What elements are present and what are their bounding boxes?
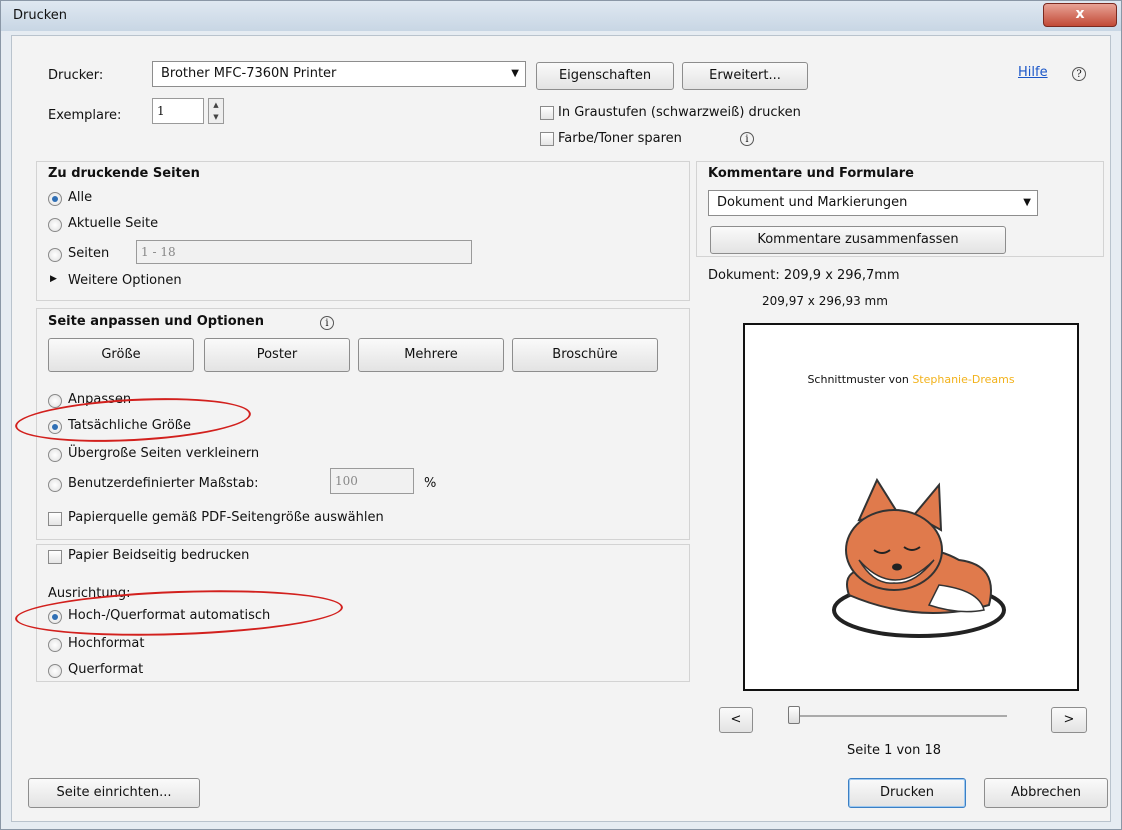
custom-scale-label: Benutzerdefinierter Maßstab: (68, 476, 259, 491)
page-setup-button[interactable]: Seite einrichten... (28, 778, 200, 808)
scale-input[interactable]: 100 (330, 468, 414, 494)
tab-multiple[interactable]: Mehrere (358, 338, 504, 372)
duplex-label: Papier Beidseitig bedrucken (68, 548, 250, 563)
orientation-landscape-label: Querformat (68, 662, 144, 677)
next-page-button[interactable]: > (1051, 707, 1087, 733)
pages-range-radio[interactable] (48, 248, 62, 262)
printer-select[interactable]: Brother MFC-7360N Printer ▼ (152, 61, 526, 87)
preview-page-text: Schnittmuster von Stephanie-Dreams (745, 373, 1077, 386)
copies-stepper[interactable]: ▲ ▼ (208, 98, 224, 124)
comments-select-value: Dokument und Markierungen (717, 195, 908, 210)
comments-select[interactable]: Dokument und Markierungen ▼ (708, 190, 1038, 216)
pages-section-title: Zu druckende Seiten (48, 166, 200, 181)
info-icon[interactable]: i (740, 132, 754, 146)
shrink-label: Übergroße Seiten verkleinern (68, 446, 260, 461)
document-size: Dokument: 209,9 x 296,7mm (708, 268, 900, 283)
close-button[interactable]: x (1043, 3, 1117, 27)
tab-poster[interactable]: Poster (204, 338, 350, 372)
properties-button[interactable]: Eigenschaften (536, 62, 674, 90)
shrink-radio[interactable] (48, 448, 62, 462)
pages-current-label: Aktuelle Seite (68, 216, 159, 231)
copies-label: Exemplare: (48, 108, 122, 123)
print-dialog: Drucken x Drucker: Brother MFC-7360N Pri… (0, 0, 1122, 830)
expand-arrow-icon[interactable]: ▶ (50, 274, 57, 284)
fit-radio[interactable] (48, 394, 62, 408)
previous-page-button[interactable]: < (719, 707, 753, 733)
info-icon[interactable]: i (320, 316, 334, 330)
grayscale-label: In Graustufen (schwarzweiß) drucken (558, 105, 801, 120)
duplex-checkbox[interactable] (48, 550, 62, 564)
pages-all-label: Alle (68, 190, 93, 205)
custom-scale-radio[interactable] (48, 478, 62, 492)
preview-text-prefix: Schnittmuster von (807, 373, 913, 386)
print-button[interactable]: Drucken (848, 778, 966, 808)
pages-range-label: Seiten (68, 246, 110, 261)
window-title: Drucken (13, 8, 68, 23)
orientation-portrait-radio[interactable] (48, 638, 62, 652)
page-slider-thumb[interactable] (788, 706, 800, 724)
save-toner-checkbox[interactable] (540, 132, 554, 146)
fit-section-title: Seite anpassen und Optionen (48, 314, 264, 329)
pages-range-input[interactable]: 1 - 18 (136, 240, 472, 264)
orientation-portrait-label: Hochformat (68, 636, 145, 651)
advanced-button[interactable]: Erweitert... (682, 62, 808, 90)
percent-label: % (424, 476, 437, 491)
fox-illustration (832, 477, 1006, 638)
tab-booklet[interactable]: Broschüre (512, 338, 658, 372)
copies-input[interactable]: 1 (152, 98, 204, 124)
cancel-button[interactable]: Abbrechen (984, 778, 1108, 808)
title-bar: Drucken x (1, 1, 1121, 31)
grayscale-checkbox[interactable] (540, 106, 554, 120)
pages-all-radio[interactable] (48, 192, 62, 206)
summarize-comments-button[interactable]: Kommentare zusammenfassen (710, 226, 1006, 254)
more-options-toggle[interactable]: Weitere Optionen (68, 273, 182, 288)
chevron-down-icon: ▼ (1023, 197, 1031, 208)
pages-current-radio[interactable] (48, 218, 62, 232)
comments-section-title: Kommentare und Formulare (708, 166, 914, 181)
page-status: Seite 1 von 18 (847, 743, 942, 758)
printer-select-value: Brother MFC-7360N Printer (161, 66, 337, 81)
preview-brand-text: Stephanie-Dreams (912, 373, 1015, 386)
help-link[interactable]: Hilfe (1018, 65, 1048, 80)
tab-size[interactable]: Größe (48, 338, 194, 372)
printer-label: Drucker: (48, 68, 104, 83)
paper-source-label: Papierquelle gemäß PDF-Seitengröße auswä… (68, 510, 384, 525)
help-icon[interactable]: ? (1072, 67, 1086, 81)
orientation-landscape-radio[interactable] (48, 664, 62, 678)
chevron-down-icon: ▼ (511, 68, 519, 79)
paper-source-checkbox[interactable] (48, 512, 62, 526)
page-slider-track[interactable] (791, 715, 1007, 717)
paper-size: 209,97 x 296,93 mm (762, 294, 888, 308)
save-toner-label: Farbe/Toner sparen (558, 131, 682, 146)
page-preview: Schnittmuster von Stephanie-Dreams (743, 323, 1079, 691)
